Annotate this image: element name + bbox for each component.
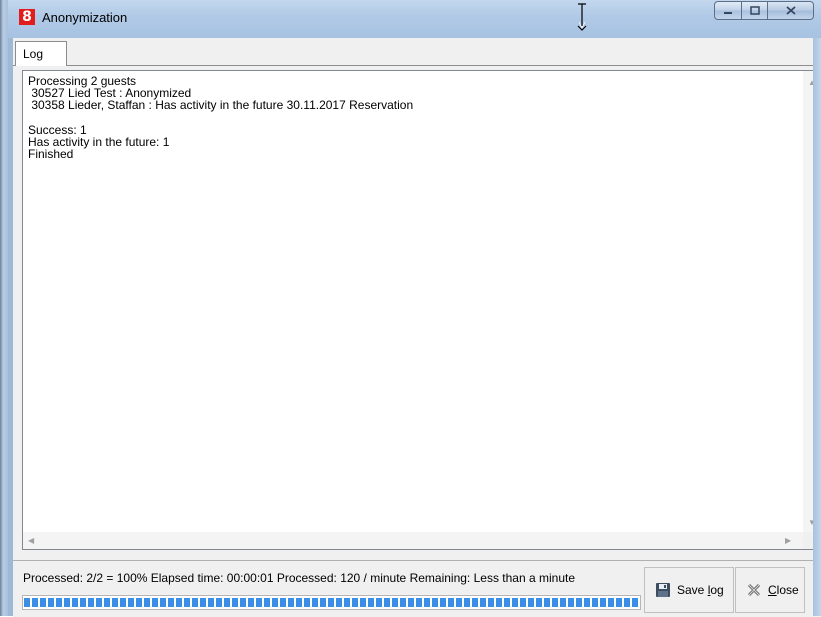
status-text: Processed: 2/2 = 100% Elapsed time: 00:0… xyxy=(23,571,575,585)
window-title: Anonymization xyxy=(42,10,128,25)
progress-fill xyxy=(24,598,639,607)
anonymization-window: 8 Anonymization Log Processing 2 guests … xyxy=(0,0,821,617)
title-bar[interactable]: 8 Anonymization xyxy=(8,0,821,38)
window-controls xyxy=(714,1,814,21)
close-button[interactable]: Close xyxy=(735,567,805,613)
progress-bar xyxy=(22,595,641,610)
log-line: Success: 1 xyxy=(28,122,87,137)
log-line: 30358 Lieder, Staffan : Has activity in … xyxy=(28,98,414,113)
log-line: Has activity in the future: 1 xyxy=(28,134,170,149)
minimize-button[interactable] xyxy=(714,1,742,20)
maximize-icon xyxy=(749,6,760,15)
maximize-button[interactable] xyxy=(742,1,768,20)
save-log-button[interactable]: Save log xyxy=(644,567,734,613)
window-close-button[interactable] xyxy=(768,1,814,20)
minimize-icon xyxy=(724,11,732,14)
app-icon[interactable]: 8 xyxy=(19,9,35,25)
log-line: Finished xyxy=(28,147,74,162)
dialog-client-area: Log Processing 2 guests 30527 Lied Test … xyxy=(13,38,821,617)
close-x-icon xyxy=(747,583,761,597)
window-frame-right xyxy=(813,38,821,616)
scroll-left-icon[interactable]: ◀ xyxy=(28,537,34,545)
log-textarea[interactable]: Processing 2 guests 30527 Lied Test : An… xyxy=(22,70,821,550)
tab-log[interactable]: Log xyxy=(15,41,67,65)
status-panel: Processed: 2/2 = 100% Elapsed time: 00:0… xyxy=(13,560,821,617)
log-text: Processing 2 guests 30527 Lied Test : An… xyxy=(28,75,788,160)
close-label: Close xyxy=(768,583,799,597)
save-log-label: Save log xyxy=(677,583,724,597)
horizontal-scrollbar[interactable]: ◀ ▶ xyxy=(23,532,803,549)
tab-gap xyxy=(16,65,66,66)
tab-log-label: Log xyxy=(23,47,44,61)
floppy-disk-icon xyxy=(656,583,670,597)
tab-strip-line xyxy=(13,65,821,66)
text-cursor-icon xyxy=(577,3,587,31)
scroll-right-icon[interactable]: ▶ xyxy=(785,537,791,545)
window-frame-left xyxy=(0,0,8,616)
close-icon xyxy=(785,6,796,15)
